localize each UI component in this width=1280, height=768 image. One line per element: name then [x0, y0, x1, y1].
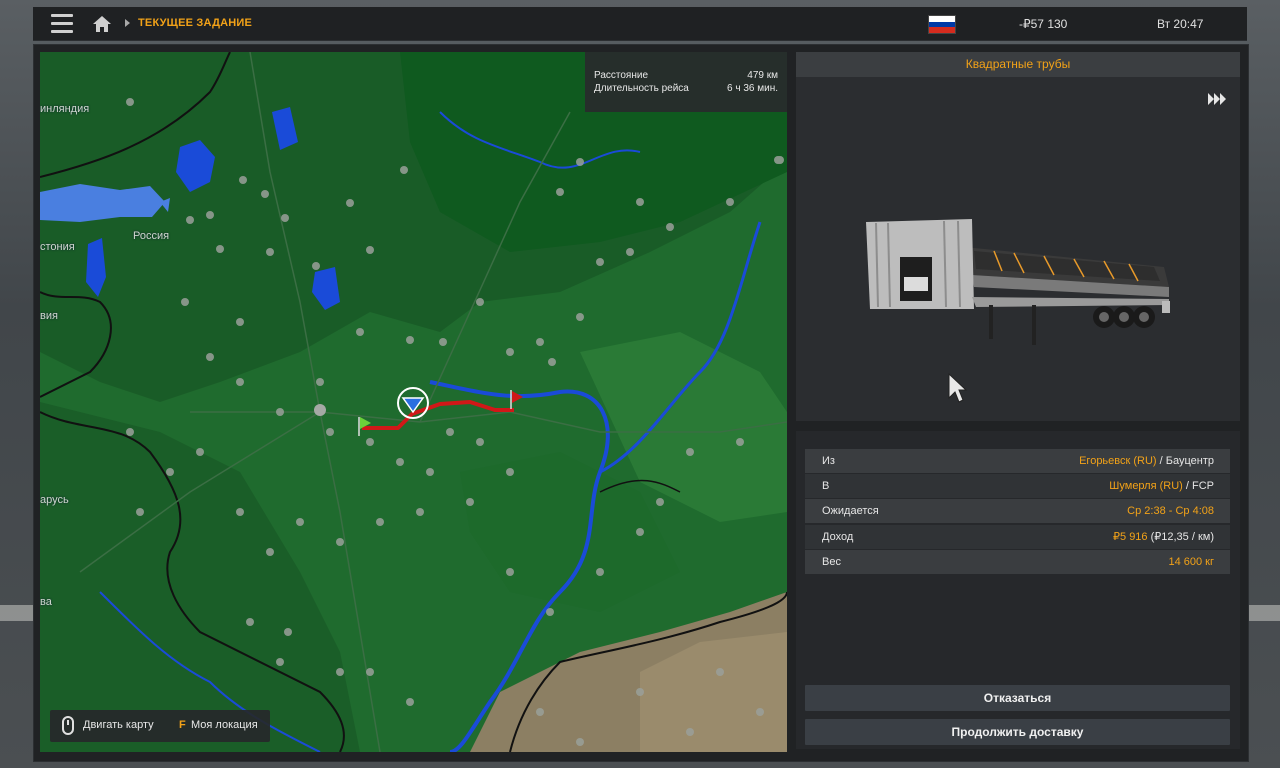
detail-row-expected: Ожидается Ср 2:38 - Ср 4:08 [805, 499, 1230, 523]
map-label-russia: Россия [133, 230, 170, 242]
mouse-icon [62, 716, 74, 735]
continue-delivery-button[interactable]: Продолжить доставку [805, 719, 1230, 745]
from-value: Егорьевск (RU) / Бауцентр [1079, 449, 1214, 473]
my-location-label[interactable]: Моя локация [191, 719, 258, 731]
map-label-lithuania: ва [40, 596, 52, 608]
duration-value: 6 ч 36 мин. [727, 83, 778, 94]
detail-row-weight: Вес 14 600 кг [805, 550, 1230, 574]
game-clock: Вт 20:47 [1157, 17, 1204, 31]
cargo-panel: Квадратные трубы [796, 52, 1240, 421]
job-details-panel: Из Егорьевск (RU) / Бауцентр В Шумерля (… [796, 431, 1240, 749]
distance-value: 479 км [747, 70, 778, 81]
map-label-belarus: арусь [40, 494, 69, 506]
location-hotkey: F [179, 719, 186, 731]
from-city: Егорьевск (RU) [1079, 455, 1157, 467]
menu-icon[interactable] [51, 14, 73, 34]
income-label: Доход [822, 531, 854, 543]
money-balance: -₽57 130 [1019, 17, 1068, 31]
distance-label: Расстояние [594, 70, 649, 81]
duration-label: Длительность рейса [594, 83, 689, 94]
income-value: ₽5 916 (₽12,35 / км) [1113, 525, 1214, 549]
map-label-finland: инляндия [40, 103, 90, 115]
breadcrumb: ТЕКУЩЕЕ ЗАДАНИЕ [138, 17, 253, 29]
map-canvas [40, 52, 787, 752]
to-city: Шумерля (RU) [1109, 480, 1183, 492]
to-label: В [822, 480, 830, 492]
mouse-cursor-icon [948, 372, 968, 403]
detail-row-income: Доход ₽5 916 (₽12,35 / км) [805, 525, 1230, 549]
cargo-title: Квадратные трубы [796, 52, 1240, 77]
expected-label: Ожидается [822, 505, 879, 517]
distance-row: Расстояние 479 км [594, 70, 778, 81]
weight-label: Вес [822, 556, 841, 568]
move-map-label: Двигать карту [83, 719, 154, 731]
weight-value: 14 600 кг [1168, 556, 1214, 568]
top-bar: ТЕКУЩЕЕ ЗАДАНИЕ -₽57 130 Вт 20:47 [33, 7, 1247, 41]
expected-value: Ср 2:38 - Ср 4:08 [1127, 505, 1214, 517]
detail-row-from: Из Егорьевск (RU) / Бауцентр [805, 449, 1230, 473]
route-map[interactable]: инляндия Россия стония вия арусь ва Расс… [40, 52, 787, 752]
income-rate: (₽12,35 / км) [1147, 531, 1214, 543]
to-value: Шумерля (RU) / FCP [1109, 474, 1214, 498]
cancel-job-button[interactable]: Отказаться [805, 685, 1230, 711]
country-flag-icon [928, 15, 956, 34]
map-label-latvia: вия [40, 310, 58, 322]
duration-row: Длительность рейса 6 ч 36 мин. [594, 83, 778, 94]
breadcrumb-arrow-icon [125, 19, 130, 27]
route-info-panel: Расстояние 479 км Длительность рейса 6 ч… [585, 52, 787, 112]
from-company: / Бауцентр [1156, 455, 1214, 467]
map-controls-legend: Двигать карту F Моя локация [50, 710, 270, 742]
trailer-image [866, 219, 1170, 345]
home-icon[interactable] [91, 13, 113, 35]
detail-row-to: В Шумерля (RU) / FCP [805, 474, 1230, 498]
fast-forward-icon[interactable] [1208, 92, 1226, 106]
from-label: Из [822, 455, 835, 467]
map-label-estonia: стония [40, 241, 75, 253]
income-amount: ₽5 916 [1113, 531, 1148, 543]
to-company: / FCP [1182, 480, 1214, 492]
